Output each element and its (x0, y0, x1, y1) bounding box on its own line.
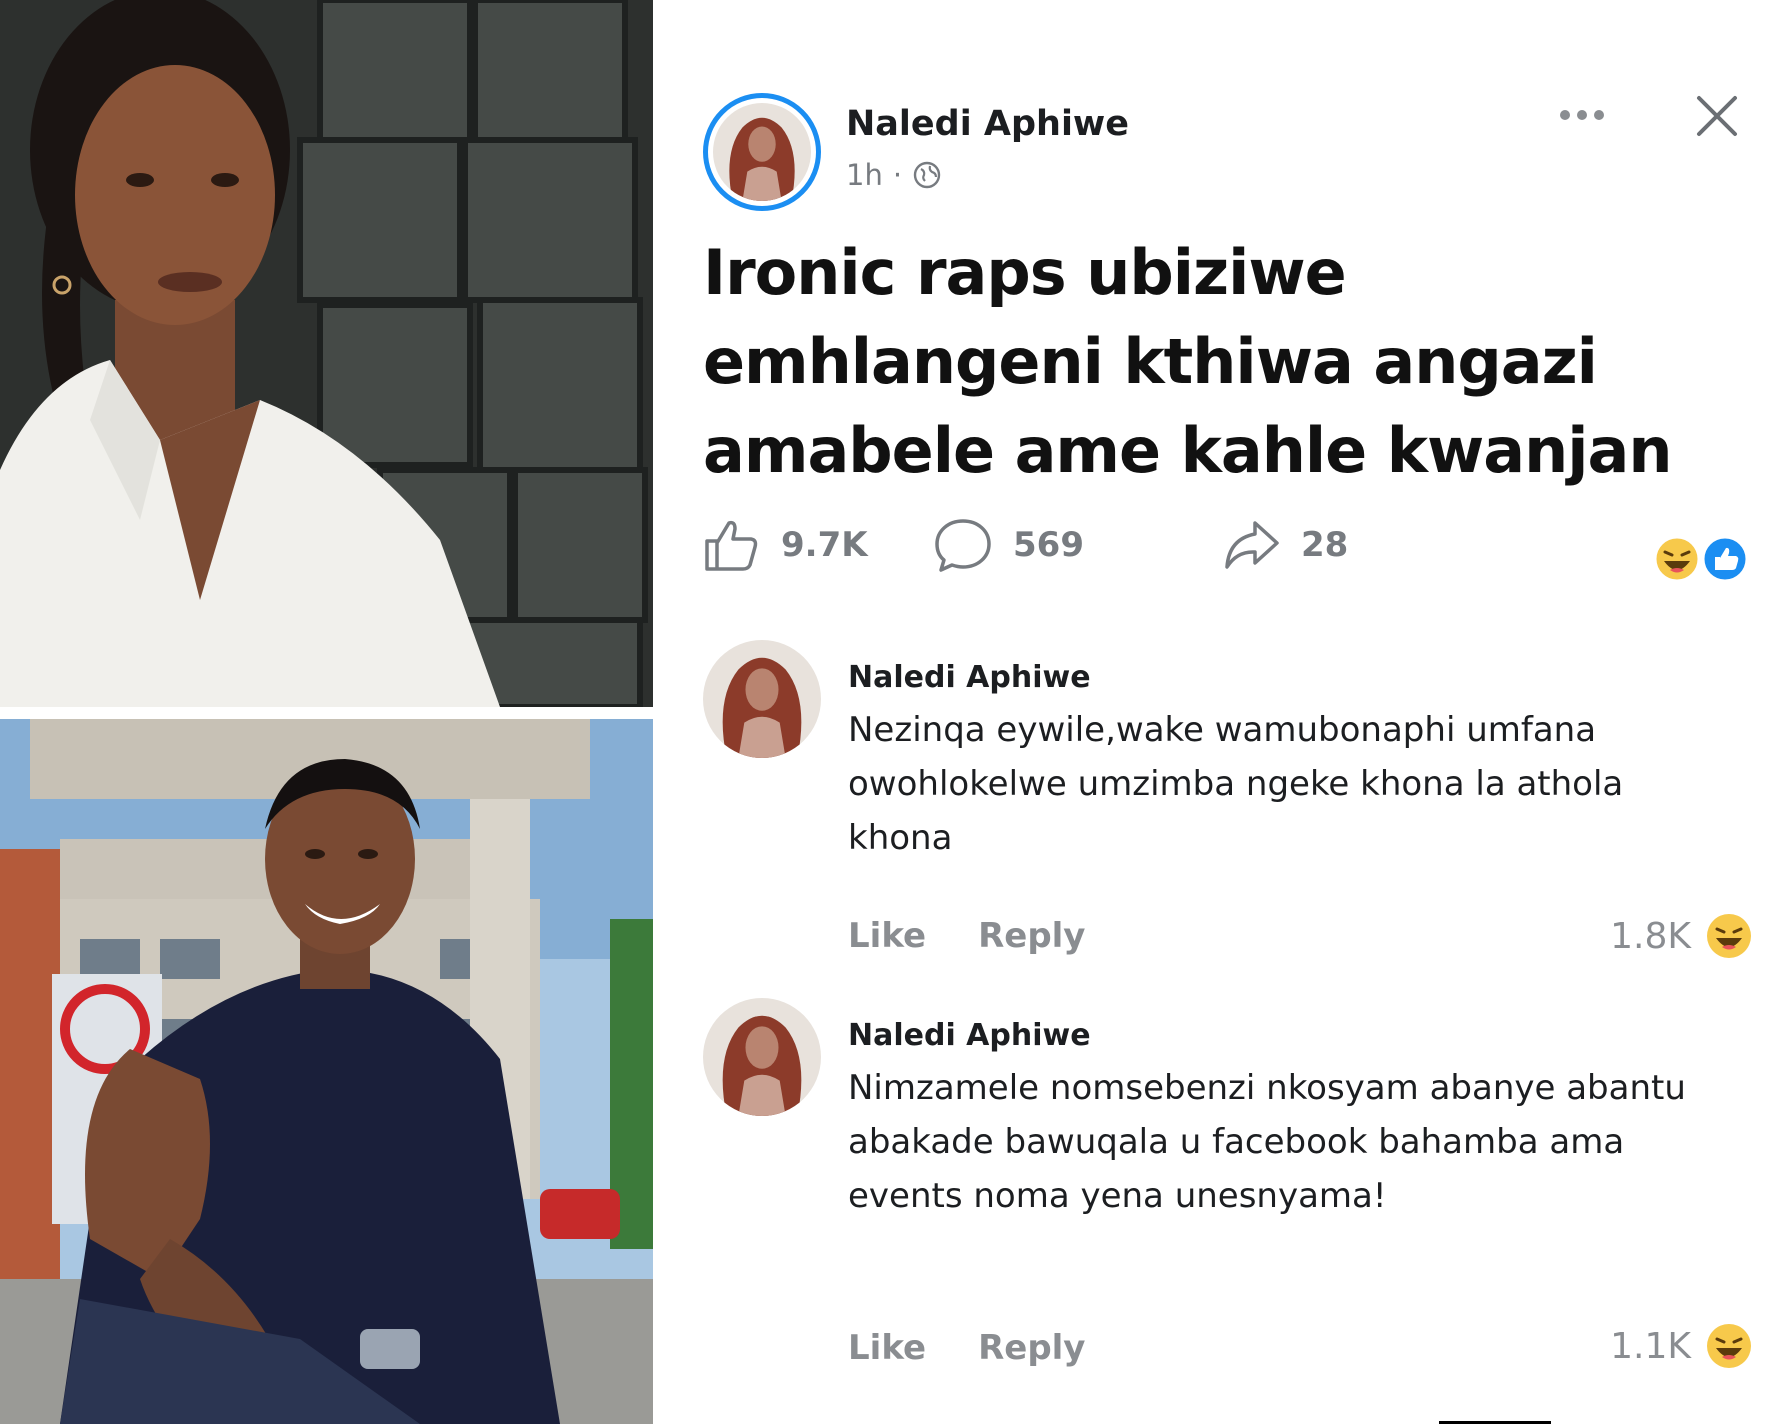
comment-reactions[interactable]: 1.8K (1610, 912, 1753, 960)
avatar-image (713, 103, 811, 201)
close-icon[interactable] (1693, 92, 1741, 140)
post-action-bar: 9.7K 569 28 (701, 515, 1761, 583)
haha-reaction-icon (1653, 535, 1701, 583)
comment-like-link[interactable]: Like (848, 1328, 926, 1368)
comment-reply-link[interactable]: Reply (978, 1328, 1085, 1368)
like-action[interactable]: 9.7K (701, 515, 868, 575)
globe-icon (913, 161, 941, 189)
woman-portrait-image (0, 0, 653, 707)
share-count: 28 (1301, 525, 1349, 565)
post-header: Naledi Aphiwe 1h · (653, 0, 1780, 230)
reactions-summary[interactable] (1653, 535, 1753, 583)
comment-text: Nimzamele nomsebenzi nkosyam abanye aban… (848, 1068, 1686, 1216)
post-timestamp[interactable]: 1h (846, 158, 883, 192)
comment-actions: Like Reply (848, 1328, 1085, 1368)
comment-bubble-icon (935, 519, 991, 572)
haha-reaction-icon (1707, 914, 1751, 958)
meta-separator: · (892, 158, 903, 192)
thumbs-up-icon (705, 520, 758, 571)
comment-action[interactable]: 569 (933, 515, 1084, 575)
comment-avatar[interactable] (703, 998, 821, 1116)
haha-reaction-icon (1707, 1324, 1751, 1368)
post-meta: 1h · (846, 158, 942, 192)
man-portrait-image (0, 719, 653, 1424)
comment-text: Nezinqa eywile,wake wamubonaphi umfana o… (848, 710, 1624, 858)
comment-item: Naledi Aphiwe Nimzamele nomsebenzi nkosy… (703, 998, 1753, 1388)
facebook-post: Naledi Aphiwe 1h · Ironic raps ubiziwe e… (653, 0, 1780, 1424)
photo-woman (0, 0, 653, 707)
comment-avatar[interactable] (703, 640, 821, 758)
avatar-image (703, 998, 821, 1116)
comment-count: 569 (1013, 525, 1084, 565)
like-reaction-icon (1701, 535, 1749, 583)
avatar-image (703, 640, 821, 758)
post-body-text: Ironic raps ubiziwe emhlangeni kthiwa an… (703, 236, 1672, 487)
comment-item: Naledi Aphiwe Nezinqa eywile,wake wamubo… (703, 640, 1753, 970)
comment-author-name[interactable]: Naledi Aphiwe (848, 1018, 1728, 1053)
author-avatar[interactable] (703, 93, 821, 211)
comment-reactions[interactable]: 1.1K (1610, 1322, 1753, 1370)
comment-bubble: Naledi Aphiwe Nezinqa eywile,wake wamubo… (848, 660, 1728, 865)
comment-author-name[interactable]: Naledi Aphiwe (848, 660, 1728, 695)
comment-like-link[interactable]: Like (848, 916, 926, 956)
share-action[interactable]: 28 (1221, 515, 1348, 575)
post-author-name[interactable]: Naledi Aphiwe (846, 104, 1129, 144)
more-options-icon[interactable] (1557, 100, 1607, 130)
comment-reaction-count: 1.8K (1610, 915, 1691, 957)
share-arrow-icon (1225, 521, 1279, 569)
comment-reply-link[interactable]: Reply (978, 916, 1085, 956)
comment-actions: Like Reply (848, 916, 1085, 956)
comment-reaction-count: 1.1K (1610, 1325, 1691, 1367)
photo-man (0, 719, 653, 1424)
comment-bubble: Naledi Aphiwe Nimzamele nomsebenzi nkosy… (848, 1018, 1728, 1223)
like-count: 9.7K (781, 525, 868, 565)
